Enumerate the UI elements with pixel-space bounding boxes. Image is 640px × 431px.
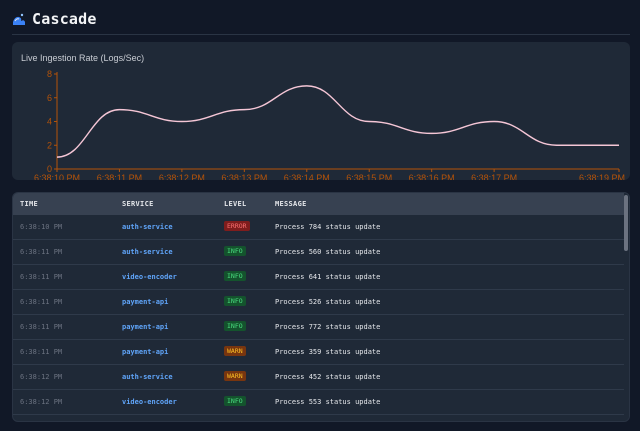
y-tick-label: 6 xyxy=(47,93,52,103)
log-service: payment-api xyxy=(122,323,169,331)
x-tick-label: 6:38:12 PM xyxy=(159,173,205,180)
log-table[interactable]: TIME SERVICE LEVEL MESSAGE 6:38:10 PM aut… xyxy=(12,192,630,422)
table-row[interactable]: 6:38:11 PM video-encoder INFO Process 641 s… xyxy=(13,265,625,290)
log-message: Process 553 status update xyxy=(275,398,381,406)
table-header: TIME SERVICE LEVEL MESSAGE xyxy=(13,193,625,215)
level-badge: INFO xyxy=(224,421,246,422)
x-tick-label: 6:38:19 PM xyxy=(579,173,625,180)
log-service: video-encoder xyxy=(122,273,177,281)
x-tick-label: 6:38:17 PM xyxy=(471,173,517,180)
level-badge: INFO xyxy=(224,246,246,256)
log-service: payment-api xyxy=(122,298,169,306)
log-time: 6:38:12 PM xyxy=(20,398,63,406)
log-time: 6:38:11 PM xyxy=(20,273,63,281)
log-time: 6:38:10 PM xyxy=(20,223,63,231)
log-message: Process 452 status update xyxy=(275,373,381,381)
level-badge: INFO xyxy=(224,396,246,406)
log-message: Process 772 status update xyxy=(275,323,381,331)
level-badge: INFO xyxy=(224,271,246,281)
y-tick-label: 8 xyxy=(47,69,52,79)
y-tick-label: 2 xyxy=(47,140,52,150)
table-row[interactable]: 6:38:12 PM video-encoder INFO Process 553 s… xyxy=(13,390,625,415)
y-tick-label: 4 xyxy=(47,117,52,127)
chart-title: Live Ingestion Rate (Logs/Sec) xyxy=(21,53,144,63)
log-message: Process 641 status update xyxy=(275,273,381,281)
column-header-time: TIME xyxy=(20,200,39,208)
log-message: Process 526 status update xyxy=(275,298,381,306)
table-row[interactable]: 6:38:11 PM auth-service INFO Process 560 st… xyxy=(13,240,625,265)
level-badge: WARN xyxy=(224,346,246,356)
series-line xyxy=(56,85,619,158)
table-row[interactable]: 6:38:12 PM auth-service WARN Process 452 st… xyxy=(13,365,625,390)
wave-icon xyxy=(12,12,26,26)
log-service: auth-service xyxy=(122,373,173,381)
table-row[interactable]: 6:38:11 PM payment-api INFO Process 526 sta… xyxy=(13,290,625,315)
table-row[interactable]: 6:38:10 PM auth-service ERROR Process 784 s… xyxy=(13,215,625,240)
log-service: auth-service xyxy=(122,223,173,231)
level-badge: ERROR xyxy=(224,221,250,231)
x-tick-label: 6:38:11 PM xyxy=(97,173,142,180)
table-body: 6:38:10 PM auth-service ERROR Process 784 s… xyxy=(13,215,625,422)
log-message: Process 560 status update xyxy=(275,248,381,256)
level-badge: INFO xyxy=(224,321,246,331)
column-header-message: MESSAGE xyxy=(275,200,307,208)
x-tick-label: 6:38:15 PM xyxy=(346,173,392,180)
ingestion-chart-card: Live Ingestion Rate (Logs/Sec) 0 2 4 6 8 6:38… xyxy=(12,42,630,180)
x-tick-label: 6:38:16 PM xyxy=(409,173,455,180)
log-service: video-encoder xyxy=(122,398,177,406)
log-service: payment-api xyxy=(122,348,169,356)
column-header-service: SERVICE xyxy=(122,200,154,208)
table-scrollbar[interactable] xyxy=(624,193,629,421)
log-time: 6:38:11 PM xyxy=(20,298,63,306)
x-tick-label: 6:38:14 PM xyxy=(284,173,330,180)
table-row[interactable]: 6:38:11 PM payment-api INFO Process 772 sta… xyxy=(13,315,625,340)
log-service: auth-service xyxy=(122,248,173,256)
scrollbar-thumb[interactable] xyxy=(624,195,628,251)
log-message: Process 359 status update xyxy=(275,348,381,356)
app-title: Cascade xyxy=(32,10,97,28)
x-tick-label: 6:38:10 PM xyxy=(34,173,80,180)
ingestion-rate-chart: Live Ingestion Rate (Logs/Sec) 024686:38… xyxy=(21,53,625,180)
log-time: 6:38:11 PM xyxy=(20,248,63,256)
table-row[interactable]: 6:38:11 PM payment-api WARN Process 359 sta… xyxy=(13,340,625,365)
level-badge: INFO xyxy=(224,296,246,306)
log-time: 6:38:11 PM xyxy=(20,348,63,356)
log-time: 6:38:12 PM xyxy=(20,373,63,381)
log-time: 6:38:11 PM xyxy=(20,323,63,331)
level-badge: WARN xyxy=(224,371,246,381)
x-tick-label: 6:38:13 PM xyxy=(221,173,267,180)
table-row[interactable]: 6:38:12 PMauth-serviceINFOProcess 734 st… xyxy=(13,415,625,422)
app-header: Cascade xyxy=(12,8,630,35)
column-header-level: LEVEL xyxy=(224,200,247,208)
log-message: Process 784 status update xyxy=(275,223,381,231)
